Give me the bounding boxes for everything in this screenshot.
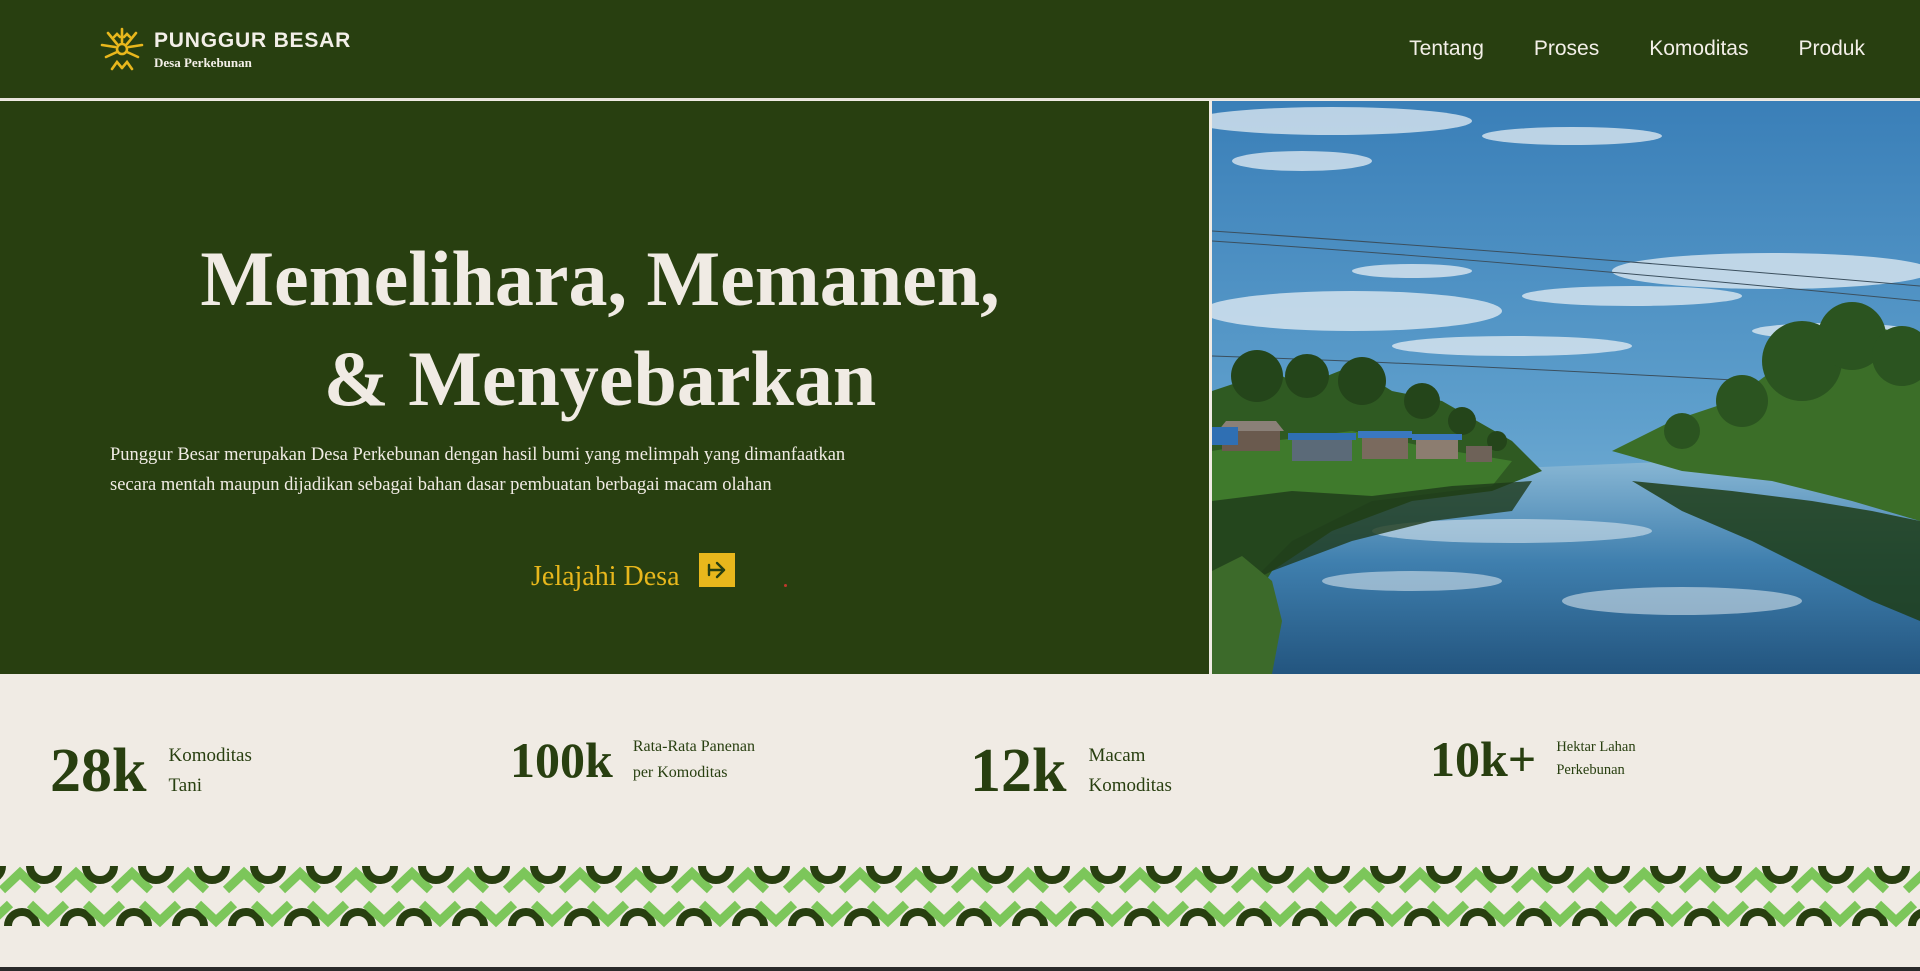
brand-logo[interactable]: PUNGGUR BESAR Desa Perkebunan — [98, 25, 351, 73]
stat-label-line1: Macam — [1088, 745, 1146, 766]
stat-value: 10k+ — [1430, 731, 1537, 787]
hero-title: Memelihara, Memanen, & Menyebarkan — [0, 229, 1200, 429]
hero-title-line1: Memelihara, Memanen, — [200, 235, 1000, 322]
stat-label-line1: Komoditas — [168, 745, 252, 766]
nav-item-komoditas[interactable]: Komoditas — [1649, 36, 1748, 61]
stats-section: 28k Komoditas Tani 100k Rata-Rata Panena… — [0, 674, 1920, 864]
hero-title-line2: & Menyebarkan — [323, 335, 877, 422]
page-bottom-border — [0, 967, 1920, 971]
site-header: PUNGGUR BESAR Desa Perkebunan Tentang Pr… — [0, 0, 1920, 100]
stat-label-line2: Perkebunan — [1556, 762, 1625, 778]
stat-item: 28k Komoditas Tani — [50, 740, 252, 802]
decorative-pattern — [0, 864, 1920, 930]
main-nav: Tentang Proses Komoditas Produk — [1359, 36, 1865, 61]
stat-label: Komoditas Tani — [168, 741, 251, 801]
brand-tagline: Desa Perkebunan — [154, 54, 252, 70]
explore-village-button[interactable]: Jelajahi Desa — [531, 553, 735, 593]
stat-label-line2: Tani — [168, 775, 202, 796]
hero-description-line2: secara mentah maupun dijadikan sebagai b… — [110, 475, 772, 495]
explore-village-label: Jelajahi Desa — [531, 561, 680, 592]
brand-name: PUNGGUR BESAR — [154, 28, 352, 52]
stat-label-line2: per Komoditas — [632, 764, 728, 781]
stat-label: Macam Komoditas — [1088, 741, 1171, 801]
sun-leaf-icon — [100, 27, 144, 71]
hero-section: Memelihara, Memanen, & Menyebarkan Pungg… — [0, 101, 1209, 674]
stat-item: 10k+ Hektar Lahan Perkebunan — [1430, 734, 1636, 784]
stat-value: 28k — [50, 737, 147, 805]
nav-item-produk[interactable]: Produk — [1798, 36, 1865, 61]
decorative-dot — [784, 584, 787, 587]
stat-item: 12k Macam Komoditas — [970, 740, 1172, 802]
stat-label-line1: Hektar Lahan — [1556, 739, 1636, 755]
nav-item-tentang[interactable]: Tentang — [1409, 36, 1484, 61]
stat-label: Hektar Lahan Perkebunan — [1556, 736, 1635, 782]
hero-river-photo — [1212, 101, 1920, 674]
stat-value: 100k — [510, 732, 613, 788]
stat-label-line1: Rata-Rata Panenan — [632, 738, 755, 755]
stat-value: 12k — [970, 737, 1067, 805]
hero-description: Punggur Besar merupakan Desa Perkebunan … — [110, 440, 930, 500]
stat-label: Rata-Rata Panenan per Komoditas — [633, 734, 755, 786]
stat-item: 100k Rata-Rata Panenan per Komoditas — [510, 734, 755, 786]
hero-description-line1: Punggur Besar merupakan Desa Perkebunan … — [110, 445, 846, 465]
nav-item-proses[interactable]: Proses — [1534, 36, 1599, 61]
stat-label-line2: Komoditas — [1088, 775, 1172, 796]
arrow-right-icon — [698, 553, 735, 587]
